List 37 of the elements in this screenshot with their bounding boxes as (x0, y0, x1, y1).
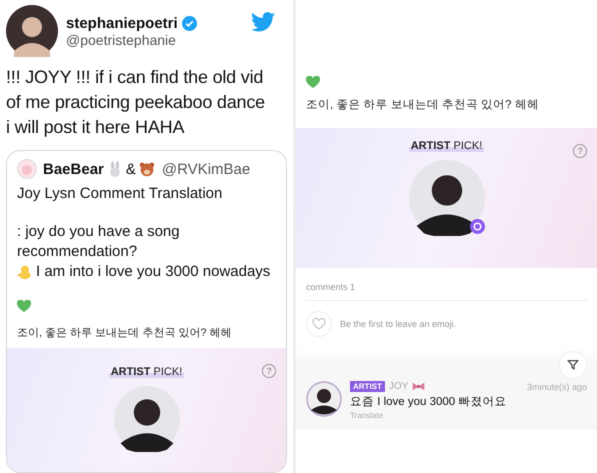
author-name: BaeBear (43, 160, 104, 178)
quote-title: Joy Lysn Comment Translation (16, 184, 224, 204)
quote-line: recommendation? (17, 242, 138, 262)
heart-icon (306, 76, 320, 89)
ampersand: & (126, 160, 136, 178)
author-handle: @poetristephanie (66, 32, 177, 48)
avatar (17, 159, 37, 179)
translate-link[interactable]: Translate (350, 411, 587, 420)
author-handle: @RVKimBae (162, 160, 250, 178)
post-text: 조이, 좋은 하루 보내는데 추천곡 있어? 헤헤 (305, 98, 540, 113)
comment-text: 요즘 I love you 3000 빠졌어요 (350, 395, 508, 409)
artist-pick-label: ARTIST PICK! (408, 140, 484, 152)
artist-badge: ARTIST (350, 381, 385, 392)
author-name: stephaniepoetri (66, 15, 178, 32)
comment-time: 3minute(s) ago (526, 382, 587, 392)
avatar (306, 381, 342, 417)
avatar (114, 386, 180, 452)
heart-icon (17, 300, 31, 313)
bird-icon (251, 12, 275, 32)
bow-icon (412, 382, 426, 391)
comment-count: comments 1 (306, 268, 587, 301)
quote-line: : joy do you have a song (17, 222, 180, 242)
avatar (6, 5, 58, 57)
bear-icon (138, 161, 155, 177)
artist-pick-label: ARTIST PICK! (108, 366, 184, 378)
post-text: 조이, 좋은 하루 보내는데 추천곡 있어? 헤헤 (16, 326, 233, 341)
quote-line: I am into i love you 3000 nowadays (36, 262, 270, 282)
help-button[interactable]: ? (262, 364, 276, 378)
filter-button[interactable] (559, 351, 587, 379)
chick-icon (17, 264, 33, 280)
status-icon (470, 219, 484, 234)
filter-icon (567, 359, 579, 371)
tweet-text: !!! JOYY !!! if i can find the old vid of me practicing peekaboo dance i will post it here HAHA (6, 66, 266, 139)
comment-author: JOY (388, 381, 408, 392)
emoji-prompt: Be the first to leave an emoji. (340, 319, 456, 329)
help-button[interactable]: ? (573, 144, 587, 158)
quoted-tweet[interactable]: BaeBear & @RVKimBae Joy Lysn Comment Translation : joy do you have a song recommendation? I am into i love you 3000 nowadays 조이, 좋은 하루 보내는데 추천곡 있어? 헤헤 ARTIST PICK! ? (6, 150, 287, 473)
